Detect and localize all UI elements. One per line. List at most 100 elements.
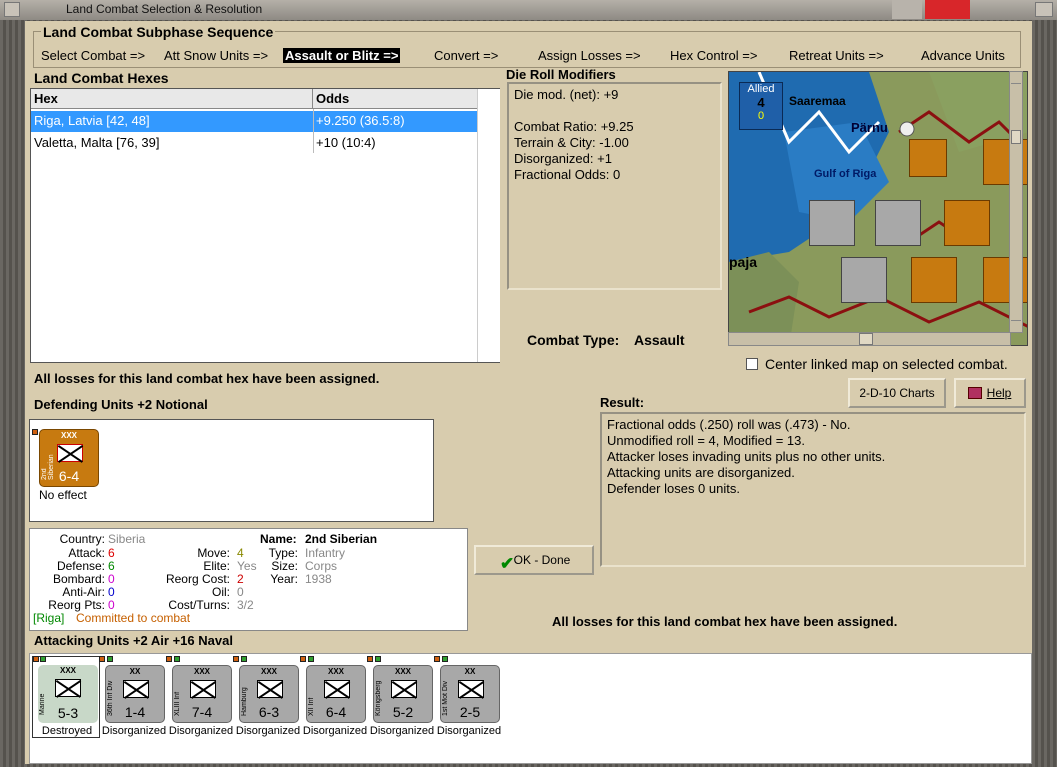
- unit-value: 6-4: [58, 468, 80, 484]
- bombard-label: Bombard:: [52, 572, 105, 586]
- window-menu-icon[interactable]: [4, 2, 20, 17]
- map-counter[interactable]: [809, 200, 855, 246]
- reorgcost-value: 2: [237, 572, 244, 586]
- map-counter[interactable]: [841, 257, 887, 303]
- status-dot: [40, 656, 46, 662]
- attacking-title: Attacking Units +2 Air +16 Naval: [34, 633, 233, 648]
- scroll-thumb[interactable]: [859, 333, 873, 345]
- unit-value: 6-4: [325, 704, 347, 720]
- center-linked-label: Center linked map on selected combat.: [765, 356, 1008, 372]
- unit-symbol-icon: [458, 680, 484, 698]
- table-row[interactable]: Valetta, Malta [76, 39] +10 (10:4): [31, 133, 477, 154]
- unit-symbol-icon: [190, 680, 216, 698]
- unit-counter[interactable]: XXX Marine 5-3: [38, 665, 98, 723]
- unit-symbol-icon: [123, 680, 149, 698]
- help-label: Help: [986, 386, 1012, 400]
- step-assault-or-blitz: Assault or Blitz =>: [283, 48, 401, 63]
- column-odds[interactable]: Odds: [313, 89, 477, 109]
- size-value: Corps: [305, 559, 338, 573]
- antiair-value: 0: [108, 585, 115, 599]
- scroll-down-icon[interactable]: [1011, 320, 1021, 330]
- row-odds: +10 (10:4): [316, 135, 376, 150]
- charts-button[interactable]: 2-D-10 Charts: [848, 378, 946, 408]
- window: Land Combat Selection & Resolution Land …: [0, 0, 1057, 767]
- unit-counter[interactable]: XXX XII Inf 6-4: [306, 665, 366, 723]
- combat-type-value: Assault: [634, 332, 685, 348]
- table-row[interactable]: Riga, Latvia [42, 48] +9.250 (36.5:8): [31, 111, 477, 132]
- map-counter[interactable]: [911, 257, 957, 303]
- map-scrollbar-vertical[interactable]: [1009, 71, 1023, 333]
- step-hex-control: Hex Control =>: [670, 48, 758, 63]
- step-convert: Convert =>: [434, 48, 499, 63]
- unit-value: 5-2: [392, 704, 414, 720]
- table-scroll-area[interactable]: [477, 89, 500, 362]
- status-dot: [308, 656, 314, 662]
- close-button[interactable]: [925, 0, 970, 19]
- maximize-button[interactable]: [892, 0, 922, 19]
- location-value: [Riga]: [33, 611, 65, 625]
- name-value: 2nd Siberian: [305, 532, 378, 546]
- scroll-icon: [1035, 2, 1053, 17]
- unit-symbol-icon: [391, 680, 417, 698]
- unit-counter[interactable]: XXX Hamburg 6-3: [239, 665, 299, 723]
- unit-value: 6-3: [258, 704, 280, 720]
- status-dot: [241, 656, 247, 662]
- step-att-snow-units: Att Snow Units =>: [164, 48, 269, 63]
- unit-size: XXX: [193, 667, 210, 676]
- unit-status: Disorganized: [436, 725, 502, 737]
- unit-status: Disorganized: [168, 725, 234, 737]
- map-counter[interactable]: [909, 139, 947, 177]
- title-bar: Land Combat Selection & Resolution: [0, 0, 1057, 20]
- unit-status: Disorganized: [101, 725, 167, 737]
- country-label: Country:: [59, 532, 105, 546]
- column-hex[interactable]: Hex: [31, 89, 313, 109]
- result-line: Attacking units are disorganized.: [607, 465, 795, 480]
- ok-done-button[interactable]: ✔ OK - Done: [474, 545, 594, 575]
- status-dot: [375, 656, 381, 662]
- checkmark-icon: ✔: [500, 554, 515, 573]
- attack-label: Attack:: [68, 546, 105, 560]
- combat-type-label: Combat Type:: [527, 332, 620, 348]
- unit-size: XXX: [60, 431, 77, 440]
- map-label: Saaremaa: [789, 94, 846, 108]
- oil-label: Oil:: [212, 585, 230, 599]
- map-counter[interactable]: [944, 200, 990, 246]
- hexes-table: Hex Odds Riga, Latvia [42, 48] +9.250 (3…: [30, 88, 500, 363]
- defense-value: 6: [108, 559, 115, 573]
- status-dot: [300, 656, 306, 662]
- unit-status: Disorganized: [369, 725, 435, 737]
- result-box: Fractional odds (.250) roll was (.473) -…: [600, 412, 1026, 567]
- map-label: Gulf of Riga: [814, 168, 877, 180]
- scroll-thumb[interactable]: [1011, 130, 1021, 144]
- unit-size: XXX: [260, 667, 277, 676]
- unit-counter[interactable]: XXX XLIII Inf 7-4: [172, 665, 232, 723]
- unit-counter[interactable]: XX 1st Mot Div 2-5: [440, 665, 500, 723]
- unit-value: 5-3: [57, 705, 79, 721]
- unit-size: XXX: [394, 667, 411, 676]
- unit-symbol-icon: [324, 680, 350, 698]
- unit-counter[interactable]: XX 36th Inf Div 1-4: [105, 665, 165, 723]
- scroll-up-icon[interactable]: [1011, 74, 1021, 84]
- linked-map[interactable]: Allied 4 0 Saaremaa Pärnu Gulf of Riga p…: [728, 71, 1028, 346]
- map-counter[interactable]: [875, 200, 921, 246]
- defending-unit-counter[interactable]: XXX 2nd Siberian 6-4: [39, 429, 99, 487]
- unit-status: Disorganized: [235, 725, 301, 737]
- map-scrollbar-horizontal[interactable]: [728, 332, 1011, 346]
- result-line: Fractional odds (.250) roll was (.473) -…: [607, 417, 851, 432]
- map-label: Pärnu: [851, 120, 888, 135]
- allied-box: Allied 4 0: [739, 82, 783, 130]
- committed-status: Committed to combat: [76, 611, 191, 625]
- result-line: Attacker loses invading units plus no ot…: [607, 449, 886, 464]
- defending-unit-status: No effect: [39, 488, 87, 502]
- book-icon: [968, 387, 982, 399]
- help-button[interactable]: Help: [954, 378, 1026, 408]
- attack-value: 6: [108, 546, 115, 560]
- infantry-symbol-icon: [57, 444, 83, 462]
- defending-title: Defending Units +2 Notional: [34, 397, 208, 412]
- unit-counter[interactable]: XXX Königsberg 5-2: [373, 665, 433, 723]
- move-label: Move:: [197, 546, 230, 560]
- losses-message: All losses for this land combat hex have…: [34, 371, 380, 386]
- die-mods-title: Die Roll Modifiers: [506, 67, 616, 82]
- center-linked-checkbox[interactable]: [746, 358, 758, 370]
- oil-value: 0: [237, 585, 244, 599]
